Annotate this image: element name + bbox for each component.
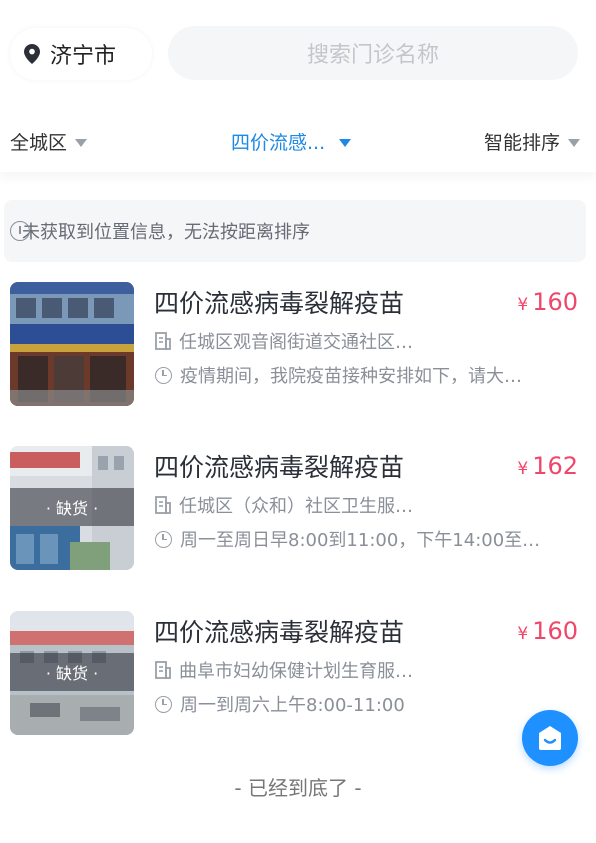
filter-sort-label: 智能排序 <box>483 132 560 154</box>
clinic-icon <box>155 332 171 350</box>
city-selector[interactable]: 济宁市 <box>10 28 152 80</box>
customer-service-button[interactable] <box>522 710 578 766</box>
clinic-photo: · 缺货 · <box>10 611 134 735</box>
vaccine-title: 四价流感病毒裂解疫苗 <box>154 618 405 647</box>
location-pin-icon <box>24 44 40 64</box>
filter-vaccine-label: 四价流感... <box>231 132 326 154</box>
clock-icon <box>155 695 172 713</box>
clinic-icon <box>155 496 171 514</box>
opening-hours: 疫情期间，我院疫苗接种安排如下，请大… <box>180 366 522 387</box>
chat-icon <box>539 726 561 750</box>
clinic-line: 任城区观音阁街道交通社区… <box>155 328 413 354</box>
currency-symbol: ¥ <box>517 624 529 644</box>
opening-hours: 周一到周六上午8:00-11:00 <box>180 695 405 716</box>
out-of-stock-badge: · 缺货 · <box>10 653 134 691</box>
hours-line: 疫情期间，我院疫苗接种安排如下，请大… <box>155 362 522 388</box>
list-item[interactable]: · 缺货 · 四价流感病毒裂解疫苗 ¥160 曲阜市妇幼保健计划生育服… 周一到… <box>0 611 596 737</box>
search-input[interactable]: 搜索门诊名称 <box>168 26 578 80</box>
triangle-down-icon <box>339 138 352 147</box>
hours-line: 周一到周六上午8:00-11:00 <box>155 691 405 717</box>
clinic-name: 曲阜市妇幼保健计划生育服… <box>179 661 413 682</box>
top-bar: 济宁市 搜索门诊名称 <box>0 0 596 110</box>
city-name: 济宁市 <box>50 44 117 69</box>
filter-district[interactable]: 全城区 <box>10 128 88 155</box>
price-value: 160 <box>532 288 578 316</box>
filter-vaccine[interactable]: 四价流感... <box>231 128 352 155</box>
filter-bar: 全城区 四价流感... 智能排序 <box>0 112 596 172</box>
search-placeholder: 搜索门诊名称 <box>306 43 439 68</box>
opening-hours: 周一至周日早8:00到11:00，下午14:00至… <box>180 530 541 551</box>
price: ¥162 <box>517 452 578 480</box>
triangle-down-icon <box>75 138 88 147</box>
clinic-icon <box>155 661 171 679</box>
clinic-name: 任城区（众和）社区卫生服… <box>179 496 413 517</box>
clinic-photo <box>10 282 134 406</box>
price: ¥160 <box>517 617 578 645</box>
clock-icon <box>155 366 172 384</box>
filter-district-label: 全城区 <box>10 132 68 154</box>
hours-line: 周一至周日早8:00到11:00，下午14:00至… <box>155 526 540 552</box>
price-value: 162 <box>532 452 578 480</box>
info-icon <box>10 221 30 241</box>
filter-sort[interactable]: 智能排序 <box>484 128 580 155</box>
clinic-line: 曲阜市妇幼保健计划生育服… <box>155 657 413 683</box>
location-notice: 未获取到位置信息，无法按距离排序 <box>4 200 586 262</box>
list-item[interactable]: · 缺货 · 四价流感病毒裂解疫苗 ¥162 任城区（众和）社区卫生服… 周一至… <box>0 446 596 572</box>
currency-symbol: ¥ <box>517 459 529 479</box>
price-value: 160 <box>532 617 578 645</box>
clinic-name: 任城区观音阁街道交通社区… <box>179 332 413 353</box>
clinic-photo: · 缺货 · <box>10 446 134 570</box>
notice-text: 未获取到位置信息，无法按距离排序 <box>22 222 310 243</box>
currency-symbol: ¥ <box>517 295 529 315</box>
vaccine-title: 四价流感病毒裂解疫苗 <box>154 289 405 318</box>
price: ¥160 <box>517 288 578 316</box>
end-of-list-text: - 已经到底了 - <box>234 776 362 800</box>
out-of-stock-badge: · 缺货 · <box>10 488 134 526</box>
vaccine-title: 四价流感病毒裂解疫苗 <box>154 453 405 482</box>
list-item[interactable]: 四价流感病毒裂解疫苗 ¥160 任城区观音阁街道交通社区… 疫情期间，我院疫苗接… <box>0 282 596 408</box>
triangle-down-icon <box>568 138 580 147</box>
clinic-line: 任城区（众和）社区卫生服… <box>155 492 413 518</box>
clock-icon <box>155 530 172 548</box>
